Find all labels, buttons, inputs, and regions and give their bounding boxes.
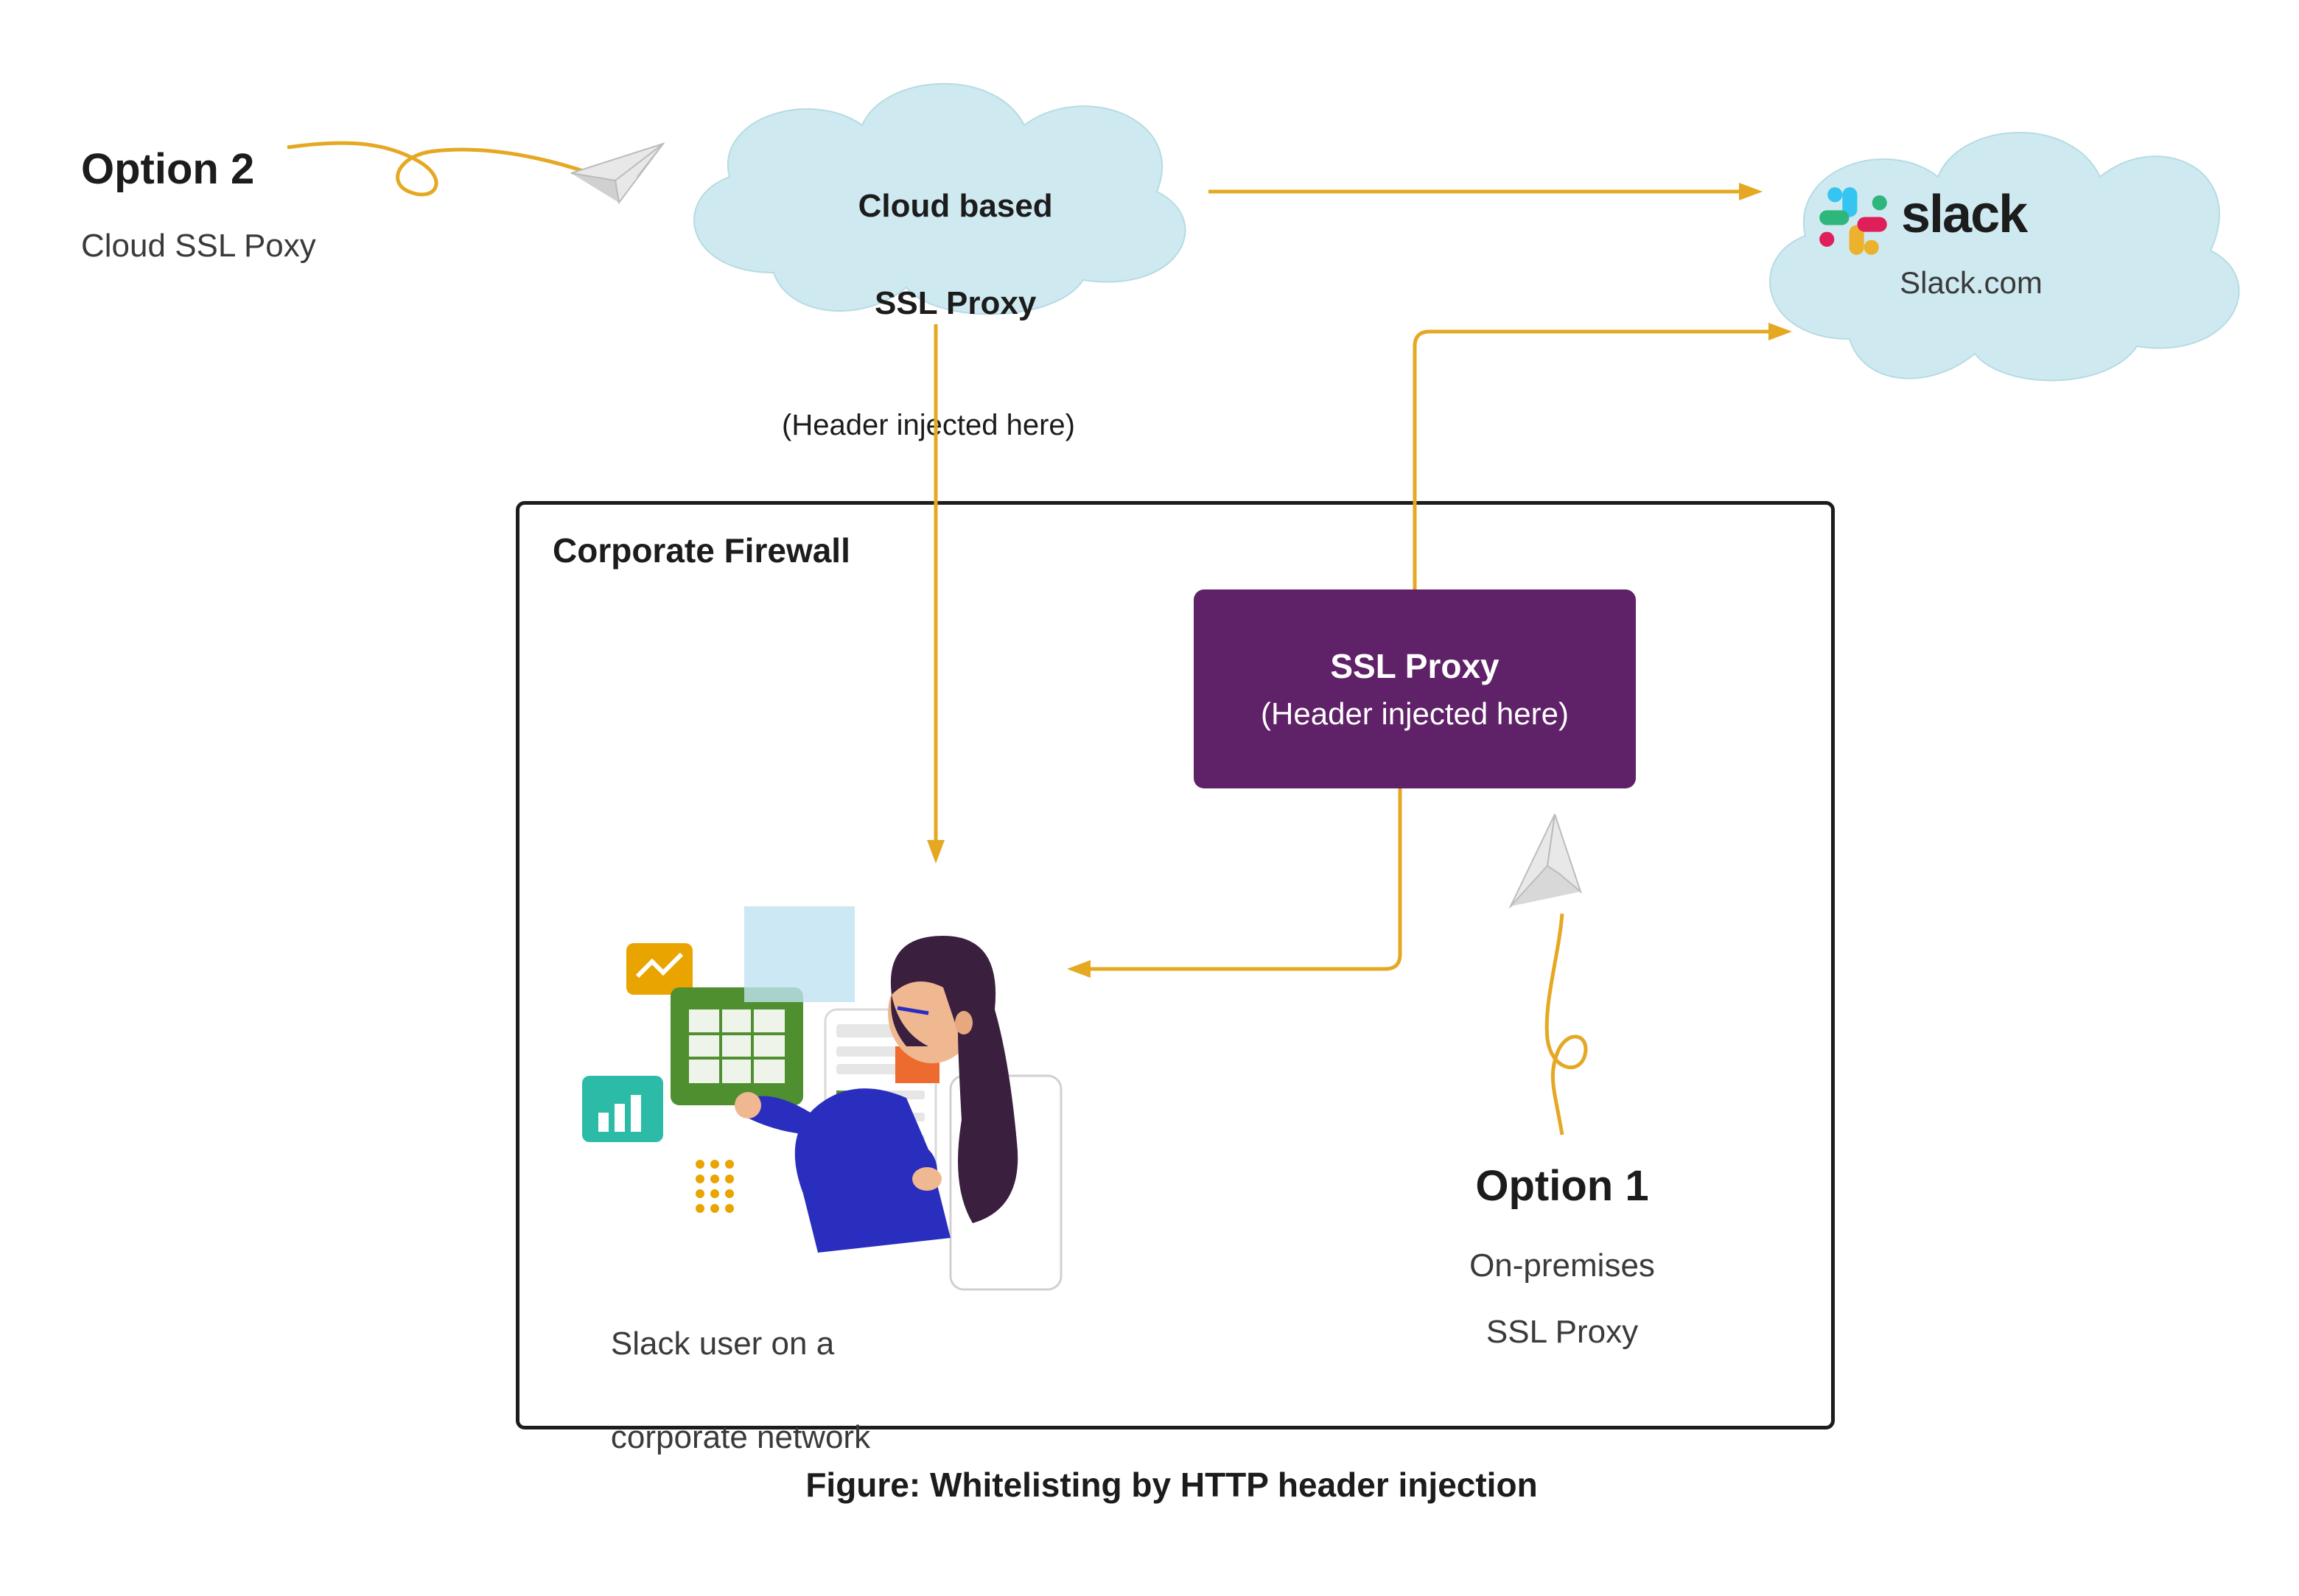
user-illustration — [560, 825, 1135, 1297]
option1-title: Option 1 — [1415, 1161, 1710, 1211]
option1-line1: On-premises — [1415, 1247, 1710, 1284]
ssl-proxy-box: SSL Proxy (Header injected here) — [1194, 589, 1636, 788]
cloud-slack — [1724, 96, 2255, 405]
arrow-sslproxy-to-slack — [1400, 317, 1798, 604]
slack-domain-text: Slack.com — [1813, 265, 2130, 301]
diagram-stage: Cloud based SSL Proxy (Header injected h… — [0, 0, 2299, 1596]
option1-line2: SSL Proxy — [1415, 1314, 1710, 1351]
paper-plane-icon-option1 — [1488, 811, 1592, 914]
option2-subtitle: Cloud SSL Poxy — [81, 228, 316, 265]
slack-brand-text: slack — [1901, 184, 2026, 245]
user-caption-line2: corporate network — [611, 1419, 870, 1455]
ssl-box-line2: (Header injected here) — [1261, 696, 1569, 732]
squiggle-option1 — [1503, 906, 1621, 1142]
figure-caption: Figure: Whitelisting by HTTP header inje… — [516, 1465, 1827, 1505]
arrow-cloudproxy-to-slack — [1208, 169, 1768, 214]
cloud-proxy-line2: SSL Proxy — [875, 285, 1036, 321]
cloud-proxy-line1: Cloud based — [858, 188, 1053, 224]
slack-logo-icon — [1813, 181, 1894, 262]
ssl-box-line1: SSL Proxy — [1330, 646, 1499, 686]
user-caption-line1: Slack user on a — [611, 1326, 834, 1362]
arrow-cloudproxy-down — [914, 324, 958, 869]
paper-plane-icon-option2 — [567, 133, 671, 214]
firewall-title: Corporate Firewall — [553, 531, 850, 570]
